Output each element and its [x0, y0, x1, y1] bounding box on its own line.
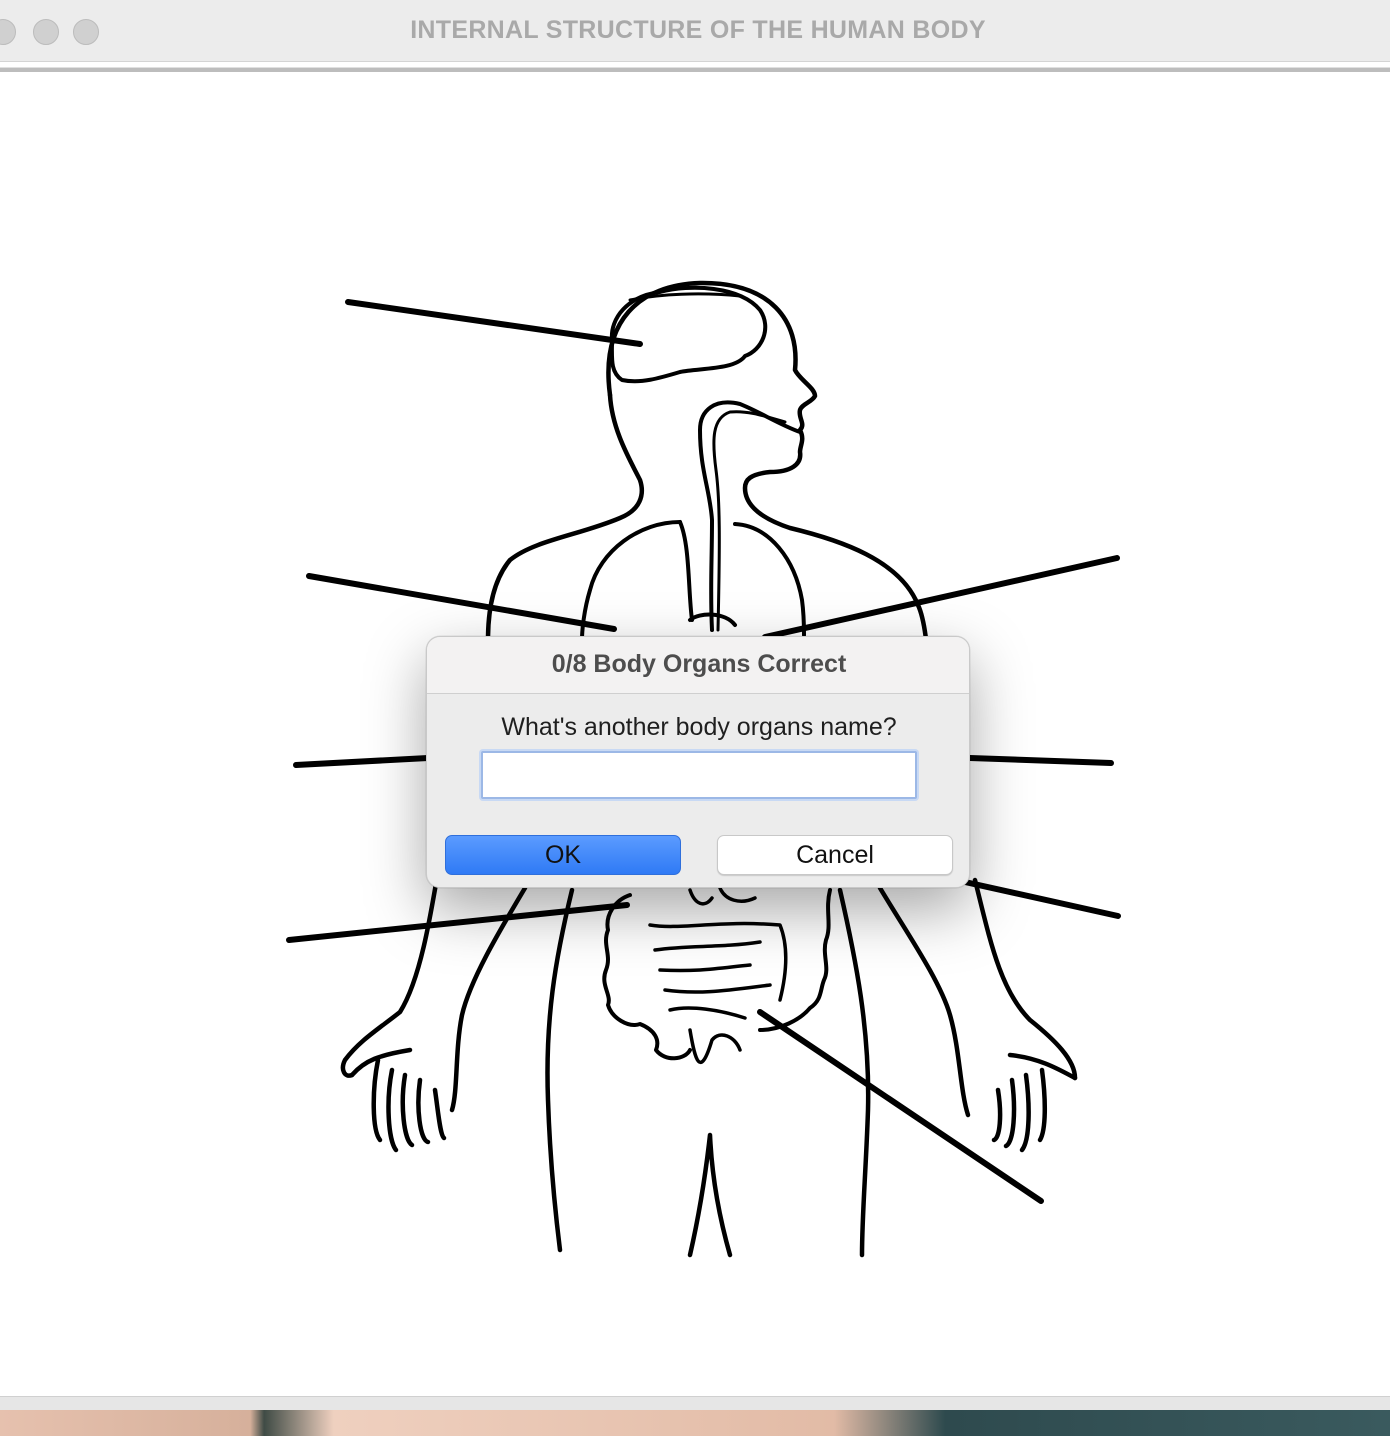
- input-dialog: 0/8 Body Organs Correct What's another b…: [426, 636, 970, 888]
- leg-gap: [687, 1132, 733, 1258]
- lung-inner-left: [678, 520, 694, 622]
- label-line-lung: [306, 573, 617, 632]
- left-arm-outer: [340, 857, 443, 1078]
- lung-right: [733, 522, 806, 637]
- right-arm-outer: [972, 877, 1078, 1081]
- label-line-right-lower: [962, 879, 1121, 919]
- label-line-left-mid: [293, 755, 431, 768]
- organ-name-input[interactable]: [481, 751, 917, 799]
- app-window: INTERNAL STRUCTURE OF THE HUMAN BODY 0/8…: [0, 0, 1390, 1410]
- small-intestine: [648, 921, 788, 1065]
- label-line-left-lower: [286, 902, 630, 943]
- torso-left: [545, 887, 575, 1253]
- window-bottom-edge: [0, 1396, 1390, 1410]
- dialog-header: 0/8 Body Organs Correct: [427, 637, 969, 694]
- label-line-brain: [345, 299, 643, 347]
- lung-left: [580, 520, 682, 642]
- left-hand: [349, 1047, 447, 1153]
- window-title: INTERNAL STRUCTURE OF THE HUMAN BODY: [410, 16, 986, 44]
- ok-button[interactable]: OK: [445, 835, 681, 875]
- right-hand: [991, 1052, 1078, 1153]
- right-arm-inner: [877, 885, 971, 1118]
- head-outline: [606, 280, 933, 693]
- neck-left: [485, 392, 645, 643]
- dialog-title: 0/8 Body Organs Correct: [551, 650, 847, 678]
- label-line-right-mid: [967, 755, 1114, 766]
- dialog-prompt: What's another body organs name?: [501, 713, 897, 741]
- cancel-button[interactable]: Cancel: [717, 835, 953, 875]
- title-bar[interactable]: INTERNAL STRUCTURE OF THE HUMAN BODY: [0, 0, 1390, 62]
- desktop-background-bottom: [0, 1410, 1390, 1436]
- brain-outline: [609, 285, 768, 384]
- label-line-heart: [762, 555, 1120, 640]
- intestine-top: [688, 886, 757, 906]
